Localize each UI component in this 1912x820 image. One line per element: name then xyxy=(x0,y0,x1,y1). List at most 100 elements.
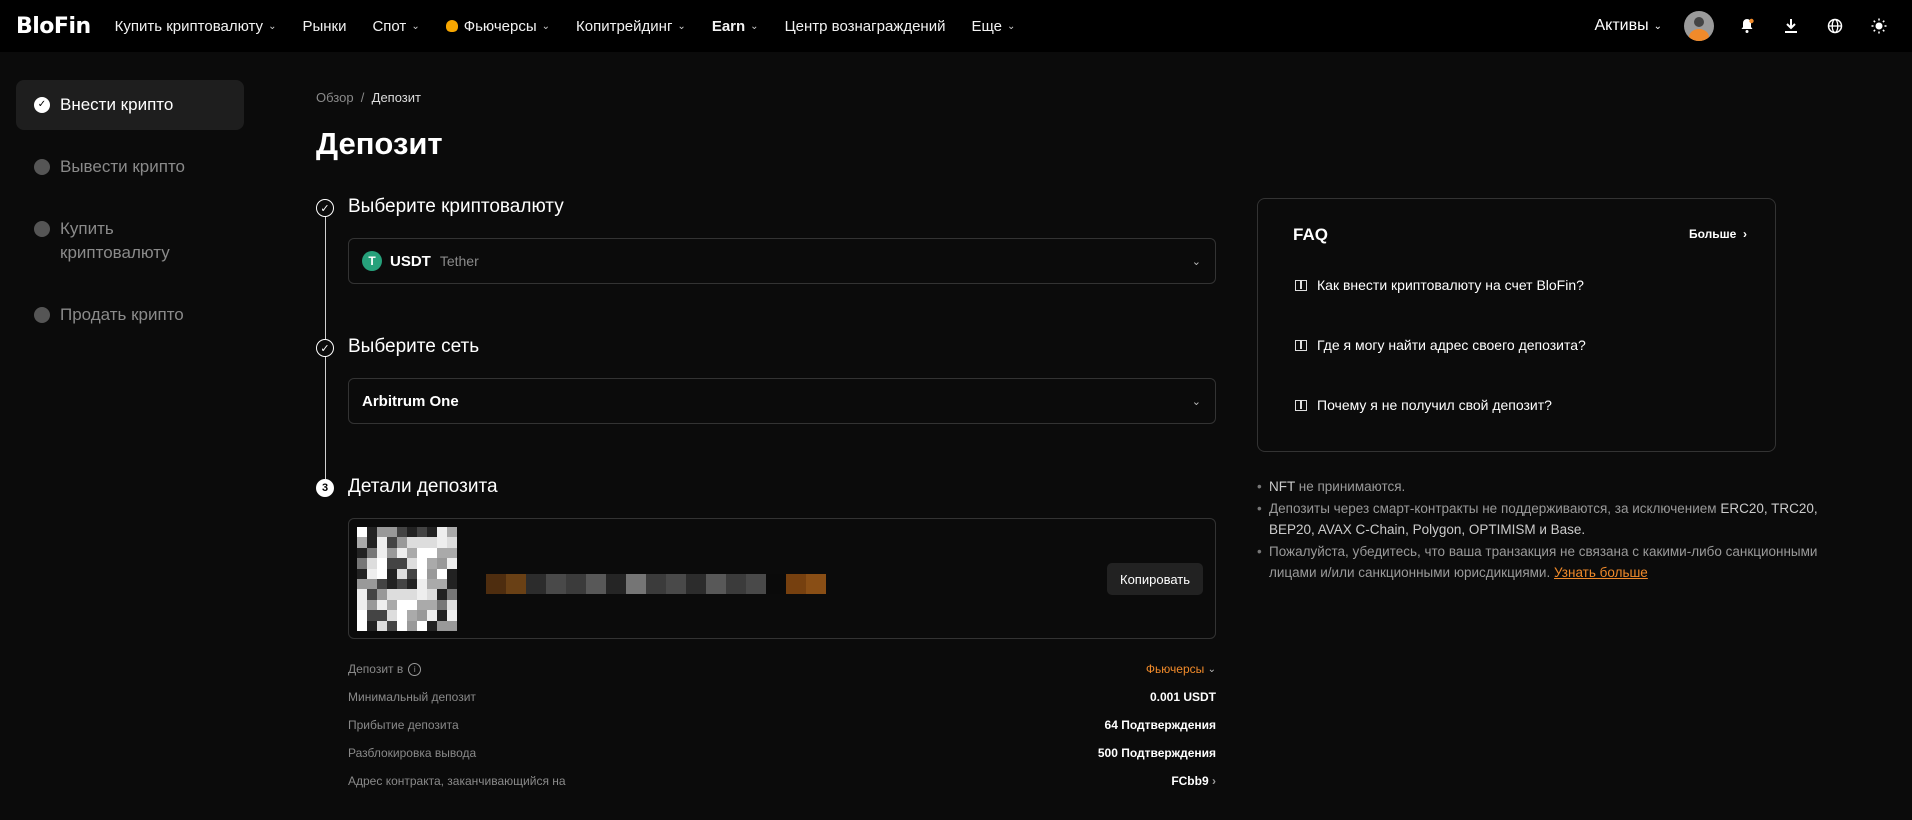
nav-more[interactable]: Еще ⌄ xyxy=(971,18,1015,35)
nav-buy-crypto[interactable]: Купить криптовалюту ⌄ xyxy=(115,18,277,35)
faq-item[interactable]: Как внести криптовалюту на счет BloFin? xyxy=(1295,277,1584,293)
arrival-row: Прибытие депозита 64 Подтверждения xyxy=(348,718,1216,732)
qr-cell xyxy=(387,610,397,621)
qr-cell xyxy=(407,578,417,590)
qr-cell xyxy=(367,610,377,621)
nav-spot[interactable]: Спот ⌄ xyxy=(372,18,419,35)
nav-label: Фьючерсы xyxy=(463,17,537,35)
qr-cell xyxy=(417,537,427,548)
sidebar-item-label: Вывести крипто xyxy=(60,157,186,176)
deposit-to-label-text: Депозит в xyxy=(348,662,404,676)
bell-icon[interactable] xyxy=(1736,15,1758,37)
arrival-label: Прибытие депозита xyxy=(348,718,459,732)
contract-link[interactable]: FCbb9 › xyxy=(1171,774,1216,788)
qr-cell xyxy=(367,537,377,548)
qr-cell xyxy=(357,568,367,579)
address-blur-segment xyxy=(526,574,546,594)
nav-earn[interactable]: Earn ⌄ xyxy=(712,18,759,35)
faq-item[interactable]: Где я могу найти адрес своего депозита? xyxy=(1295,337,1586,353)
nav-right: Активы ⌄ xyxy=(1594,0,1912,52)
nav-markets[interactable]: Рынки xyxy=(302,18,346,35)
qr-cell xyxy=(407,537,417,548)
qr-cell xyxy=(387,568,397,579)
step-3-number: 3 xyxy=(316,479,334,497)
qr-cell xyxy=(387,589,397,600)
nav-futures[interactable]: Фьючерсы ⌄ xyxy=(445,17,550,35)
download-icon[interactable] xyxy=(1780,15,1802,37)
copy-button[interactable]: Копировать xyxy=(1107,563,1203,595)
qr-cell xyxy=(357,527,367,538)
qr-cell xyxy=(397,620,407,631)
address-blur-segment xyxy=(706,574,726,594)
qr-cell xyxy=(397,599,407,611)
coin-select[interactable]: T USDT Tether ⌄ xyxy=(348,238,1216,284)
deposit-address-box: Копировать xyxy=(348,518,1216,639)
qr-cell xyxy=(397,610,407,621)
sidebar-item-label: Внести крипто xyxy=(60,95,174,114)
sidebar-item-label: Продать крипто xyxy=(60,305,184,324)
qr-cell xyxy=(447,589,457,600)
logo[interactable]: BloFin xyxy=(16,14,91,39)
network-select[interactable]: Arbitrum One ⌄ xyxy=(348,378,1216,424)
qr-cell xyxy=(367,599,377,611)
address-blur-segment xyxy=(606,574,626,594)
book-icon xyxy=(1295,279,1307,291)
qr-cell xyxy=(437,547,447,559)
faq-item[interactable]: Почему я не получил свой депозит? xyxy=(1295,397,1552,413)
qr-cell xyxy=(437,589,447,600)
nav-rewards[interactable]: Центр вознаграждений xyxy=(785,18,946,35)
qr-cell xyxy=(387,620,397,631)
qr-cell xyxy=(427,558,437,569)
qr-cell xyxy=(377,558,387,569)
qr-cell xyxy=(367,527,377,538)
page-title: Депозит xyxy=(316,126,443,161)
qr-cell xyxy=(437,610,447,621)
avatar[interactable] xyxy=(1684,11,1714,41)
deposit-to-label: Депозит в i xyxy=(348,662,422,676)
nav-copytrading[interactable]: Копитрейдинг ⌄ xyxy=(576,18,686,35)
qr-cell xyxy=(367,558,377,569)
deposit-to-select[interactable]: Фьючерсы ⌄ xyxy=(1146,662,1216,676)
sidebar-item-buy[interactable]: Купить криптовалюту xyxy=(16,204,244,278)
min-deposit-value: 0.001 USDT xyxy=(1149,690,1216,704)
deposit-to-value: Фьючерсы xyxy=(1145,662,1205,676)
globe-icon[interactable] xyxy=(1824,15,1846,37)
sidebar-item-deposit[interactable]: ✓ Внести крипто xyxy=(16,80,244,130)
deposit-address[interactable] xyxy=(486,574,826,594)
nav-label: Earn xyxy=(711,17,746,35)
contract-row: Адрес контракта, заканчивающийся на FCbb… xyxy=(348,774,1216,788)
qr-cell xyxy=(367,620,377,631)
info-icon[interactable]: i xyxy=(408,662,422,676)
nav-label: Спот xyxy=(372,17,407,35)
qr-cell xyxy=(407,620,417,631)
sidebar: ✓ Внести крипто Вывести крипто Купить кри… xyxy=(16,80,244,352)
nav-label: Купить криптовалюту xyxy=(114,17,264,35)
faq-more-link[interactable]: Больше › xyxy=(1689,227,1747,241)
unlock-value: 500 Подтверждения xyxy=(1097,746,1216,760)
step-2-title: Выберите сеть xyxy=(348,336,480,357)
qr-cell xyxy=(377,589,387,600)
qr-cell xyxy=(427,610,437,621)
address-blur-segment xyxy=(666,574,686,594)
qr-cell xyxy=(357,599,367,611)
address-blur-segment xyxy=(806,574,826,594)
qr-cell xyxy=(357,620,367,631)
breadcrumb-current: Депозит xyxy=(371,90,421,105)
assets-menu[interactable]: Активы ⌄ xyxy=(1594,17,1662,35)
qr-cell xyxy=(387,527,397,538)
sidebar-item-withdraw[interactable]: Вывести крипто xyxy=(16,142,244,192)
qr-cell xyxy=(437,599,447,611)
chevron-down-icon: ⌄ xyxy=(677,20,686,32)
qr-cell xyxy=(447,558,457,569)
address-blur-segment xyxy=(726,574,746,594)
nav-label: Копитрейдинг xyxy=(576,17,673,35)
assets-label: Активы xyxy=(1594,17,1649,34)
theme-toggle-icon[interactable] xyxy=(1868,15,1890,37)
breadcrumb-parent[interactable]: Обзор xyxy=(316,90,354,105)
qr-cell xyxy=(377,620,387,631)
qr-cell xyxy=(447,547,457,559)
learn-more-link[interactable]: Узнать больше xyxy=(1554,565,1648,580)
qr-cell xyxy=(377,568,387,579)
sidebar-item-sell[interactable]: Продать крипто xyxy=(16,290,244,340)
qr-cell xyxy=(427,599,437,611)
